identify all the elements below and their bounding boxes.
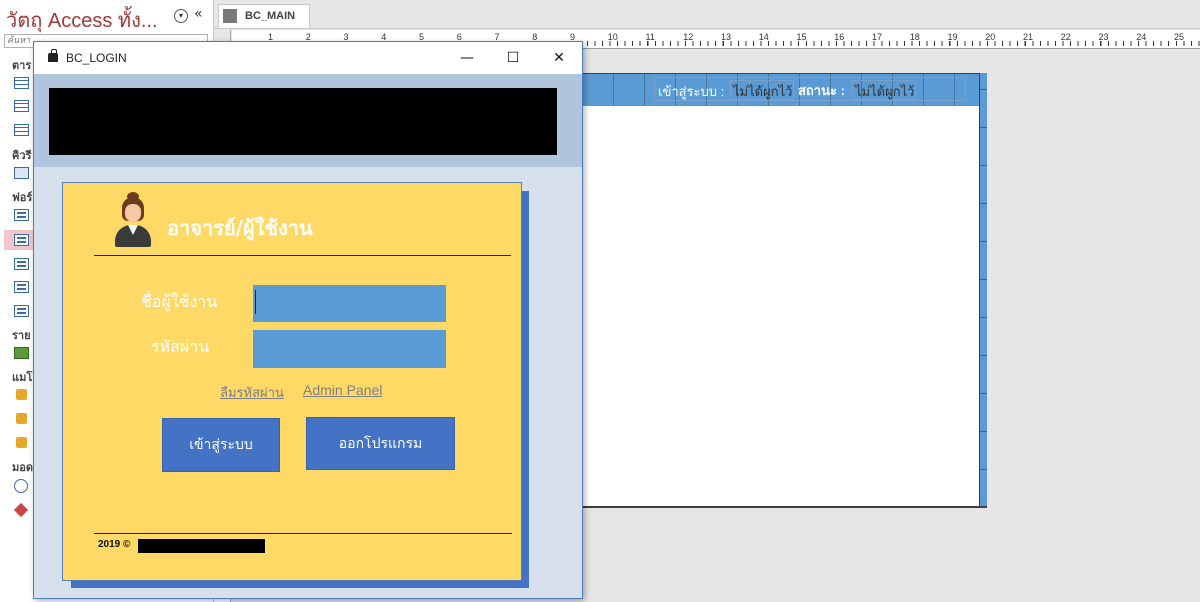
macro-icon[interactable] — [16, 437, 27, 448]
window-titlebar[interactable]: BC_LOGIN — ☐ ✕ — [34, 42, 582, 74]
minimize-button[interactable]: — — [444, 42, 490, 74]
state-textbox[interactable]: ไม่ได้ผูกไว้ — [852, 80, 916, 100]
ruler-number: 14 — [758, 32, 769, 42]
teacher-avatar-icon — [114, 192, 154, 249]
tool-icon[interactable] — [13, 502, 29, 518]
nav-menu-icon[interactable]: ▾ — [174, 9, 188, 23]
password-label: รหัสผ่าน — [151, 337, 210, 356]
login-status-textbox[interactable]: ไม่ได้ผูกไว้ — [730, 80, 794, 100]
nav-collapse-icon[interactable]: « — [194, 6, 203, 22]
state-label[interactable]: สถานะ : — [798, 80, 845, 101]
admin-panel-link[interactable]: Admin Panel — [303, 382, 382, 398]
nav-pane-title[interactable]: วัตถุ Access ทั้ง... — [6, 4, 158, 36]
ruler-number: 22 — [1060, 32, 1071, 42]
ruler-number: 20 — [985, 32, 996, 42]
ruler-number: 23 — [1098, 32, 1109, 42]
redacted-owner — [138, 539, 265, 553]
login-window: BC_LOGIN — ☐ ✕ อาจารย์/ผู้ใช้งาน ชื่อผู้… — [33, 41, 583, 599]
password-input[interactable] — [253, 330, 446, 368]
tab-label: BC_MAIN — [245, 10, 296, 22]
form-icon[interactable] — [14, 281, 29, 293]
report-icon[interactable] — [14, 347, 29, 359]
form-icon[interactable] — [14, 305, 29, 317]
username-input[interactable] — [253, 285, 446, 322]
ruler-number: 19 — [947, 32, 958, 42]
module-icon[interactable] — [14, 479, 28, 493]
ruler-number: 17 — [872, 32, 883, 42]
copyright-text: 2019 © — [98, 539, 131, 550]
document-tab-strip — [214, 0, 1200, 29]
nav-group-modules[interactable]: มอด — [12, 458, 33, 476]
form-right-edge[interactable] — [979, 73, 987, 507]
ruler-number: 24 — [1136, 32, 1147, 42]
nav-group-macros[interactable]: แมโ — [12, 368, 32, 386]
form-icon[interactable] — [14, 209, 29, 221]
ruler-number: 13 — [721, 32, 732, 42]
close-button[interactable]: ✕ — [536, 42, 582, 74]
tab-bc-main[interactable]: BC_MAIN — [218, 4, 310, 28]
query-icon[interactable] — [14, 167, 29, 179]
ruler-number: 16 — [834, 32, 845, 42]
nav-group-reports[interactable]: ราย — [12, 326, 31, 344]
table-icon[interactable] — [14, 124, 29, 136]
card-divider-top — [94, 255, 511, 256]
redacted-banner — [49, 88, 557, 155]
ruler-number: 11 — [645, 32, 655, 42]
table-icon[interactable] — [14, 100, 29, 112]
form-bottom-edge — [583, 506, 987, 508]
maximize-button[interactable]: ☐ — [490, 42, 536, 74]
card-title: อาจารย์/ผู้ใช้งาน — [167, 216, 313, 240]
username-label: ชื่อผู้ใช้งาน — [141, 292, 218, 311]
login-status-label[interactable]: เข้าสู่ระบบ : — [658, 81, 724, 102]
form-tab-icon — [223, 9, 237, 23]
nav-group-tables[interactable]: ตาร — [12, 56, 31, 74]
ruler-number: 18 — [909, 32, 920, 42]
form-icon[interactable] — [14, 234, 29, 246]
ruler-number: 12 — [683, 32, 694, 42]
nav-group-queries[interactable]: คิวรี — [12, 146, 31, 164]
ruler-number: 25 — [1174, 32, 1185, 42]
ruler-number: 15 — [796, 32, 807, 42]
macro-icon[interactable] — [16, 413, 27, 424]
nav-group-forms[interactable]: ฟอร์ — [12, 188, 32, 206]
table-icon[interactable] — [14, 77, 29, 89]
login-button[interactable]: เข้าสู่ระบบ — [162, 418, 280, 472]
lock-icon — [48, 49, 58, 62]
ruler-number: 21 — [1023, 32, 1034, 42]
text-caret — [255, 290, 256, 314]
card-divider-bottom — [94, 533, 512, 534]
form-detail-section[interactable] — [583, 106, 979, 506]
macro-icon[interactable] — [16, 389, 27, 400]
form-icon[interactable] — [14, 258, 29, 270]
window-title: BC_LOGIN — [66, 51, 127, 65]
exit-program-button[interactable]: ออกโปรแกรม — [306, 417, 455, 470]
ruler-number: 10 — [607, 32, 618, 42]
forgot-password-link[interactable]: ลืมรหัสผ่าน — [220, 382, 284, 403]
